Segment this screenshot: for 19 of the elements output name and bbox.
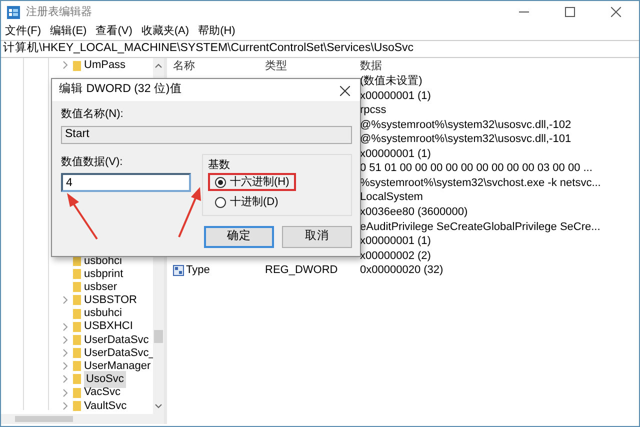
value-data: x00000001 (1) — [359, 234, 431, 250]
value-type: REG_DWORD — [265, 263, 339, 278]
value-data: @%systemroot%\system32\usosvc.dll,-102 — [359, 118, 572, 133]
value-data: %systemroot%\system32\svchost.exe -k netsvc... — [359, 176, 601, 191]
name-field: Start — [61, 126, 352, 144]
window-title: 注册表编辑器 — [26, 4, 92, 20]
value-data: x00000002 (2) — [359, 248, 431, 264]
dialog-title: 编辑 DWORD (32 位)值 — [59, 82, 182, 98]
value-data: LocalSystem — [359, 190, 423, 206]
value-data: x00000001 (1) — [359, 88, 431, 104]
field-label: 数值数据(V): — [61, 154, 124, 170]
group-label: 基数 — [208, 158, 231, 172]
value-data: 0x00000020 (32) — [359, 263, 444, 278]
value-data: x0036ee80 (3600000) — [359, 204, 468, 220]
field-label: 数值名称(N): — [61, 107, 124, 122]
value-data: x00000001 (1) — [359, 146, 431, 162]
value-data: rpcss — [359, 103, 386, 118]
value-data: @%systemroot%\system32\usosvc.dll,-101 — [359, 132, 572, 148]
value-data: eAuditPrivilege SeCreateGlobalPrivilege SeCre... — [359, 220, 600, 234]
